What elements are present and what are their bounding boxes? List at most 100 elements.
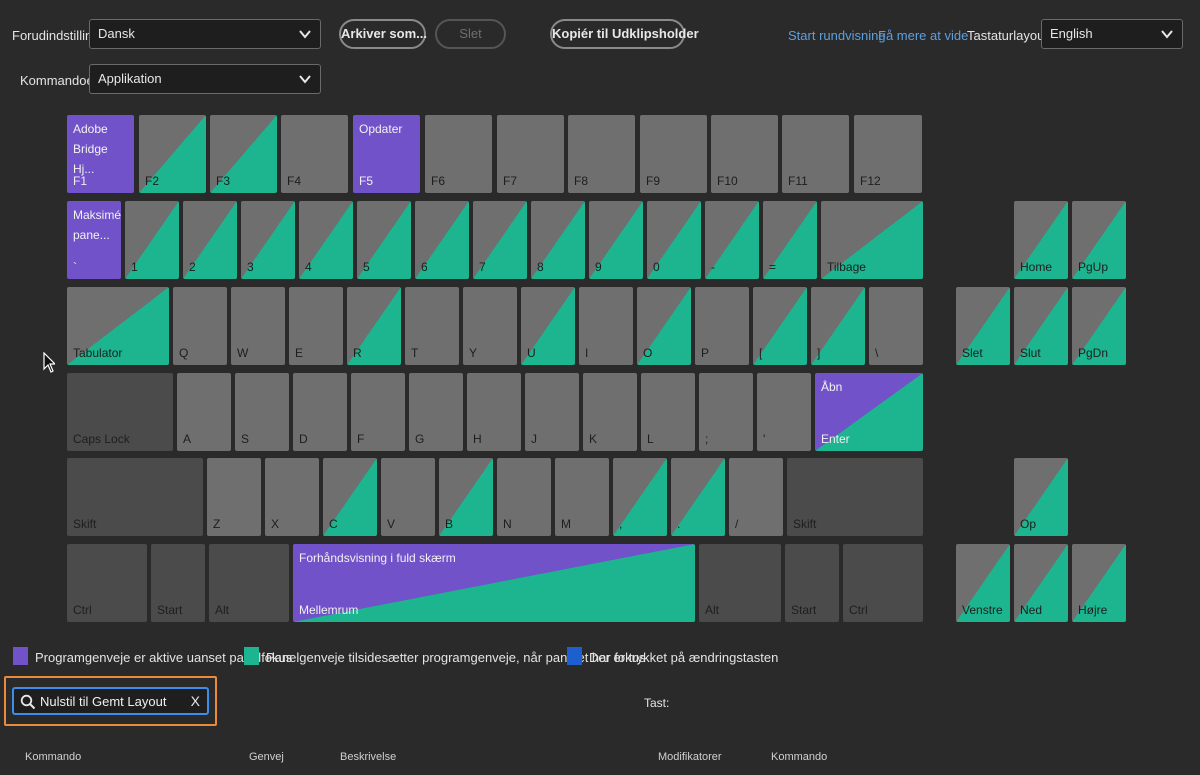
preset-select[interactable]: Dansk: [89, 19, 321, 49]
key-tilbage[interactable]: Tilbage: [821, 201, 923, 279]
key-period[interactable]: .: [671, 458, 725, 536]
key-ned[interactable]: Ned: [1014, 544, 1068, 622]
key-f9[interactable]: F9: [640, 115, 707, 193]
key-enter[interactable]: Åbn Enter: [815, 373, 923, 451]
key-bracket-right[interactable]: ]: [811, 287, 865, 365]
start-tour-link[interactable]: Start rundvisning: [788, 28, 886, 43]
key-ctrl[interactable]: Ctrl: [67, 544, 147, 622]
key-f8[interactable]: F8: [568, 115, 635, 193]
key-c[interactable]: C: [323, 458, 377, 536]
key-f4[interactable]: F4: [281, 115, 348, 193]
key-backtick[interactable]: Maksimér pane... `: [67, 201, 121, 279]
chevron-down-icon: [1161, 30, 1173, 39]
key-7[interactable]: 7: [473, 201, 527, 279]
key-q[interactable]: Q: [173, 287, 227, 365]
column-header-command-2[interactable]: Kommando: [771, 751, 827, 763]
key-pgdn[interactable]: PgDn: [1072, 287, 1126, 365]
key-f10[interactable]: F10: [711, 115, 778, 193]
key-x[interactable]: X: [265, 458, 319, 536]
commands-select[interactable]: Applikation: [89, 64, 321, 94]
key-semicolon[interactable]: ;: [699, 373, 753, 451]
key-slut[interactable]: Slut: [1014, 287, 1068, 365]
key-8[interactable]: 8: [531, 201, 585, 279]
column-header-command[interactable]: Kommando: [25, 751, 81, 763]
key-m[interactable]: M: [555, 458, 609, 536]
key-venstre[interactable]: Venstre: [956, 544, 1010, 622]
column-header-modifiers[interactable]: Modifikatorer: [658, 751, 722, 763]
key-b[interactable]: B: [439, 458, 493, 536]
keyboard-layout-select[interactable]: English: [1041, 19, 1183, 49]
learn-more-link[interactable]: Få mere at vide: [878, 28, 968, 43]
key-5[interactable]: 5: [357, 201, 411, 279]
key-k[interactable]: K: [583, 373, 637, 451]
save-as-button[interactable]: Arkiver som...: [339, 19, 427, 49]
key-f6[interactable]: F6: [425, 115, 492, 193]
key-f[interactable]: F: [351, 373, 405, 451]
key-r[interactable]: R: [347, 287, 401, 365]
key-start[interactable]: Start: [151, 544, 205, 622]
mouse-cursor-icon: [43, 352, 55, 373]
key-skift[interactable]: Skift: [787, 458, 923, 536]
key-home[interactable]: Home: [1014, 201, 1068, 279]
key-j[interactable]: J: [525, 373, 579, 451]
key-h[interactable]: H: [467, 373, 521, 451]
key-9[interactable]: 9: [589, 201, 643, 279]
key-v[interactable]: V: [381, 458, 435, 536]
key-name-label: Ctrl: [73, 603, 92, 617]
key-u[interactable]: U: [521, 287, 575, 365]
clear-search-button[interactable]: X: [191, 693, 200, 709]
key-3[interactable]: 3: [241, 201, 295, 279]
key-g[interactable]: G: [409, 373, 463, 451]
key-backslash[interactable]: \: [869, 287, 923, 365]
key-i[interactable]: I: [579, 287, 633, 365]
key-mellemrum[interactable]: Forhåndsvisning i fuld skærm Mellemrum: [293, 544, 695, 622]
key-slash[interactable]: /: [729, 458, 783, 536]
key-z[interactable]: Z: [207, 458, 261, 536]
key-d[interactable]: D: [293, 373, 347, 451]
key-bracket-left[interactable]: [: [753, 287, 807, 365]
key-ctrl[interactable]: Ctrl: [843, 544, 923, 622]
key-2[interactable]: 2: [183, 201, 237, 279]
key-alt[interactable]: Alt: [209, 544, 289, 622]
key-f5[interactable]: Opdater F5: [353, 115, 420, 193]
key-quote[interactable]: ': [757, 373, 811, 451]
key-op[interactable]: Op: [1014, 458, 1068, 536]
delete-button[interactable]: Slet: [435, 19, 506, 49]
key-caps-lock[interactable]: Caps Lock: [67, 373, 173, 451]
key-pgup[interactable]: PgUp: [1072, 201, 1126, 279]
key-f2[interactable]: F2: [139, 115, 206, 193]
key-højre[interactable]: Højre: [1072, 544, 1126, 622]
copy-to-clipboard-button[interactable]: Kopiér til Udklipsholder: [550, 19, 699, 49]
key-skift[interactable]: Skift: [67, 458, 203, 536]
key-y[interactable]: Y: [463, 287, 517, 365]
key-l[interactable]: L: [641, 373, 695, 451]
column-header-description[interactable]: Beskrivelse: [340, 751, 396, 763]
key-n[interactable]: N: [497, 458, 551, 536]
key-f12[interactable]: F12: [854, 115, 922, 193]
key-1[interactable]: 1: [125, 201, 179, 279]
key-p[interactable]: P: [695, 287, 749, 365]
key-comma[interactable]: ,: [613, 458, 667, 536]
key-f7[interactable]: F7: [497, 115, 564, 193]
key-equals[interactable]: =: [763, 201, 817, 279]
key-a[interactable]: A: [177, 373, 231, 451]
column-header-shortcut[interactable]: Genvej: [249, 751, 284, 763]
key-f3[interactable]: F3: [210, 115, 277, 193]
key-minus[interactable]: -: [705, 201, 759, 279]
search-input[interactable]: Nulstil til Gemt Layout X: [12, 687, 209, 715]
key-slet[interactable]: Slet: [956, 287, 1010, 365]
key-o[interactable]: O: [637, 287, 691, 365]
key-f1[interactable]: Adobe Bridge Hj... F1: [67, 115, 134, 193]
key-e[interactable]: E: [289, 287, 343, 365]
key-w[interactable]: W: [231, 287, 285, 365]
key-4[interactable]: 4: [299, 201, 353, 279]
key-name-label: Alt: [705, 603, 720, 617]
key-f11[interactable]: F11: [782, 115, 849, 193]
key-s[interactable]: S: [235, 373, 289, 451]
key-tabulator[interactable]: Tabulator: [67, 287, 169, 365]
key-alt[interactable]: Alt: [699, 544, 781, 622]
key-start[interactable]: Start: [785, 544, 839, 622]
key-t[interactable]: T: [405, 287, 459, 365]
key-0[interactable]: 0: [647, 201, 701, 279]
key-6[interactable]: 6: [415, 201, 469, 279]
